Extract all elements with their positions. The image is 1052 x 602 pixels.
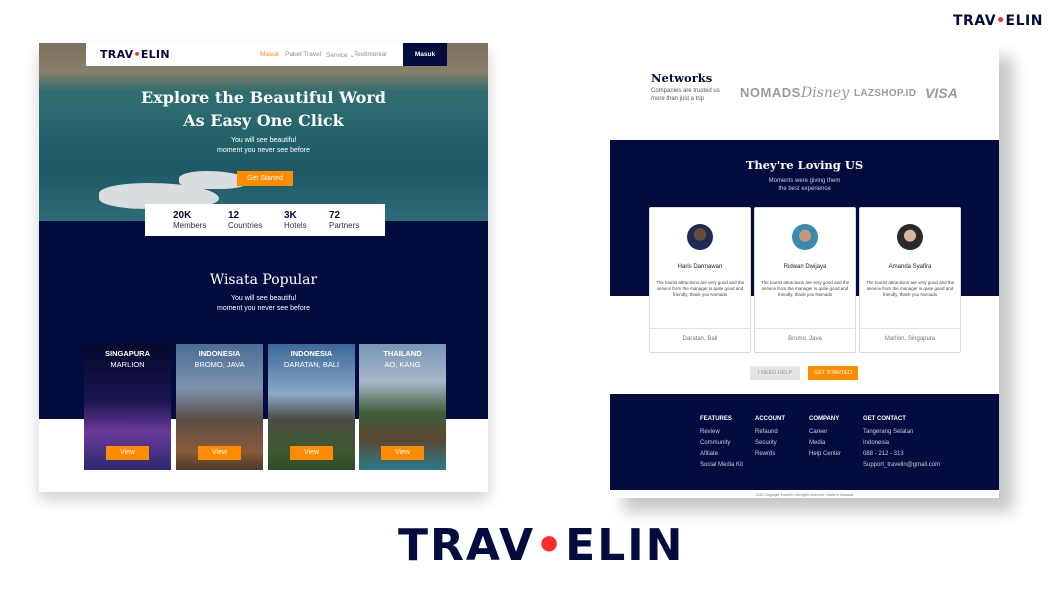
brand-logo-small: TRAV•ELIN bbox=[953, 13, 1043, 29]
footer-link[interactable]: Security bbox=[755, 438, 785, 449]
footer-heading: ACCOUNT bbox=[755, 416, 785, 422]
popular-subtitle-line2: moment you never see before bbox=[217, 305, 310, 312]
testimonial-location: Daratan, Bali bbox=[682, 336, 718, 342]
footer-col-account: ACCOUNT Refaund Security Rewrds bbox=[755, 416, 785, 460]
footer-contact-text: Tangerang Selatan bbox=[863, 429, 914, 435]
footer-link[interactable]: Rewrds bbox=[755, 449, 785, 460]
footer-heading: COMPANY bbox=[809, 416, 840, 422]
card-country: SINGAPURA bbox=[104, 349, 150, 358]
divider bbox=[650, 328, 750, 329]
card-city: DARATAN, BALI bbox=[283, 360, 340, 369]
divider bbox=[755, 328, 855, 329]
testimonial-name: Amanda Syafira bbox=[888, 264, 932, 270]
footer bbox=[610, 394, 999, 490]
hero-subtitle-line2: moment you never see before bbox=[217, 147, 310, 154]
testimonial-name: Haris Darmawan bbox=[677, 264, 723, 270]
brand-nomads-logo: NOMADS bbox=[740, 85, 801, 100]
card-country: INDONESIA bbox=[198, 349, 241, 358]
brand-visa-logo: VISA bbox=[925, 85, 958, 101]
hero-subtitle-line1: You will see beautiful bbox=[230, 137, 297, 144]
logo-text-post: ELIN bbox=[1005, 13, 1043, 29]
popular-subtitle-line1: You will see beautiful bbox=[230, 295, 297, 302]
need-help-button[interactable]: I NEED HELP bbox=[750, 366, 800, 380]
footer-link[interactable]: Social Media Kit bbox=[700, 460, 743, 471]
avatar bbox=[897, 224, 923, 250]
footer-heading: FEATURES bbox=[700, 416, 732, 422]
testimonial-location: Bromo, Java bbox=[788, 336, 822, 342]
logo-text-post: ELIN bbox=[565, 520, 685, 571]
popular-title: Wisata Popular bbox=[209, 272, 318, 288]
footer-heading: GET CONTACT bbox=[863, 416, 906, 422]
footer-link[interactable]: Community bbox=[700, 438, 743, 449]
view-button[interactable]: View bbox=[381, 446, 424, 460]
footer-link[interactable]: Help Center bbox=[809, 449, 841, 460]
divider bbox=[860, 328, 960, 329]
nav-link-service[interactable]: Service ⌄ bbox=[326, 51, 355, 59]
footer-link[interactable]: Career bbox=[809, 427, 841, 438]
card-city: BROMO, JAVA bbox=[194, 360, 245, 369]
hero-section bbox=[39, 43, 488, 221]
footer-contact-text: Indonesia bbox=[863, 440, 890, 446]
stat-countries: 12 Countries bbox=[228, 210, 263, 230]
footer-link[interactable]: Media bbox=[809, 438, 841, 449]
view-button[interactable]: View bbox=[198, 446, 241, 460]
testimonial-quote: The tourist attractions are very good an… bbox=[865, 280, 955, 297]
destination-card[interactable]: INDONESIA DARATAN, BALI View bbox=[268, 344, 355, 470]
testimonial-card: Haris Darmawan The tourist attractions a… bbox=[649, 207, 751, 353]
logo-text-pre: TRAV bbox=[953, 13, 997, 29]
card-city: MARLION bbox=[110, 360, 145, 369]
card-country: INDONESIA bbox=[290, 349, 333, 358]
brand-lazshop-logo: LAZSHOP.ID bbox=[854, 88, 917, 99]
landing-page-mockup: TRAV•ELIN Masuk Paket Travel Service ⌄ T… bbox=[39, 43, 488, 492]
brand-logo-large: TRAV•ELIN bbox=[398, 520, 684, 571]
testimonial-card: Ridwan Dwijaya The tourist attractions a… bbox=[754, 207, 856, 353]
logo-text-pre: TRAV bbox=[398, 520, 536, 571]
footer-col-features: FEATURES Review Community Afiliate Socia… bbox=[700, 416, 743, 471]
testimonial-card: Amanda Syafira The tourist attractions a… bbox=[859, 207, 961, 353]
masuk-button[interactable]: Masuk bbox=[403, 43, 447, 66]
brand-disney-logo: Disney bbox=[801, 85, 850, 101]
networks-title: Networks bbox=[651, 71, 713, 85]
testimonial-title: They're Loving US bbox=[745, 158, 864, 172]
logo-dot: • bbox=[535, 520, 566, 571]
stat-members: 20K Members bbox=[173, 210, 207, 230]
hero-title-line2: As Easy One Click bbox=[183, 111, 344, 130]
stats-bar: 20K Members 12 Countries 3K Hotels 72 Partne… bbox=[145, 204, 385, 236]
card-country: THAILAND bbox=[383, 349, 422, 358]
get-started-button[interactable]: GET STARTED bbox=[808, 366, 858, 380]
nav-link-testimonial[interactable]: Testimonial bbox=[354, 51, 387, 58]
testimonial-subtitle: Moments were giving them the best experi… bbox=[768, 178, 841, 192]
testimonial-quote: The tourist attractions are very good an… bbox=[760, 280, 850, 297]
hero-title-line1: Explore the Beautiful Word bbox=[141, 88, 386, 107]
footer-contact-email[interactable]: Support_travelin@gmail.com bbox=[863, 460, 940, 471]
card-city: AO, KANG bbox=[384, 360, 421, 369]
footer-contact-text: 088 - 212 - 313 bbox=[863, 451, 904, 457]
destination-card[interactable]: SINGAPURA MARLION View bbox=[84, 344, 171, 470]
testimonial-name: Ridwan Dwijaya bbox=[783, 264, 827, 270]
logo-dot: • bbox=[996, 13, 1006, 29]
avatar bbox=[687, 224, 713, 250]
get-started-button[interactable]: Get Started bbox=[237, 171, 293, 186]
footer-col-company: COMPANY Career Media Help Center bbox=[809, 416, 841, 460]
testimonial-quote: The tourist attractions are very good an… bbox=[655, 280, 745, 297]
nav-bar: TRAV•ELIN Masuk Paket Travel Service ⌄ T… bbox=[86, 43, 446, 66]
nav-link-masuk[interactable]: Masuk bbox=[260, 51, 279, 58]
copyright-text: 2020 Copyright Travelin • All rights res… bbox=[755, 493, 854, 497]
destination-card[interactable]: INDONESIA BROMO, JAVA View bbox=[176, 344, 263, 470]
networks-subtitle: Companies are trusted us more than just … bbox=[651, 88, 720, 102]
nav-link-paket-travel[interactable]: Paket Travel bbox=[285, 51, 321, 58]
testimonial-page-mockup: Networks Companies are trusted us more t… bbox=[610, 43, 999, 498]
view-button[interactable]: View bbox=[290, 446, 333, 460]
stat-hotels: 3K Hotels bbox=[284, 210, 307, 230]
testimonial-location: Marlion, Singapura bbox=[884, 336, 936, 342]
stat-partners: 72 Partners bbox=[329, 210, 360, 230]
destination-card[interactable]: THAILAND AO, KANG View bbox=[359, 344, 446, 470]
avatar bbox=[792, 224, 818, 250]
footer-link[interactable]: Refaund bbox=[755, 427, 785, 438]
footer-col-contact: GET CONTACT Tangerang Selatan Indonesia … bbox=[863, 416, 940, 471]
footer-link[interactable]: Review bbox=[700, 427, 743, 438]
view-button[interactable]: View bbox=[106, 446, 149, 460]
footer-link[interactable]: Afiliate bbox=[700, 449, 743, 460]
nav-logo[interactable]: TRAV•ELIN bbox=[100, 48, 170, 61]
